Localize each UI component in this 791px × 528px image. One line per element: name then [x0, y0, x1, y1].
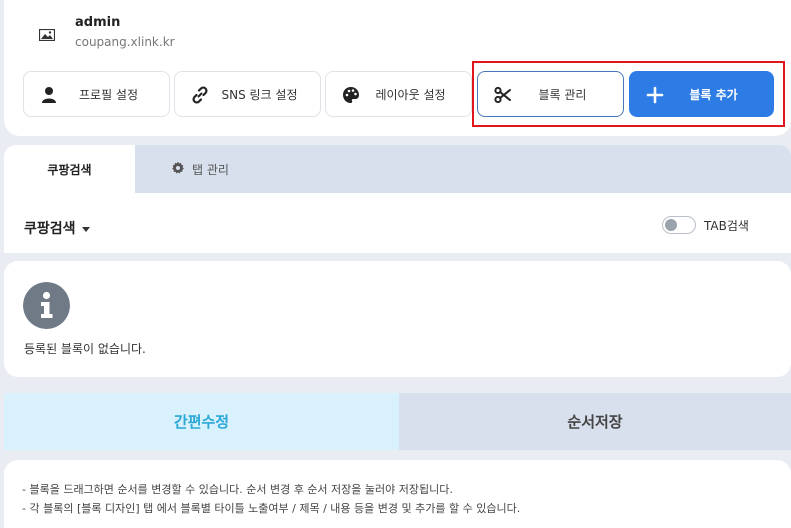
block-add-label: 블록 추가: [689, 88, 738, 102]
save-order-button[interactable]: 순서저장: [399, 393, 791, 450]
profile-settings-label: 프로필 설정: [78, 88, 138, 102]
sns-settings-label: SNS 링크 설정: [221, 88, 298, 102]
layout-settings-button[interactable]: 레이아웃 설정: [325, 71, 472, 117]
tab-bar: 쿠팡검색 탭 관리: [4, 145, 791, 193]
tab-coupang-search[interactable]: 쿠팡검색: [4, 145, 135, 193]
quick-edit-label: 간편수정: [173, 413, 230, 431]
image-icon: [39, 29, 55, 41]
chevron-down-icon: [81, 226, 90, 232]
help-note: - 블록을 드래그하면 순서를 변경할 수 있습니다. 순서 변경 후 순서 저…: [22, 483, 453, 496]
tab-manage[interactable]: 탭 관리: [171, 161, 229, 178]
gear-icon: [172, 161, 184, 174]
empty-state-message: 등록된 블록이 없습니다.: [24, 342, 146, 356]
layout-settings-label: 레이아웃 설정: [375, 88, 446, 102]
block-add-button[interactable]: 블록 추가: [629, 71, 774, 117]
category-dropdown[interactable]: 쿠팡검색: [24, 218, 90, 238]
profile-url: coupang.xlink.kr: [75, 35, 175, 49]
category-row: 쿠팡검색 TAB검색: [4, 193, 791, 253]
block-manage-button[interactable]: 블록 관리: [477, 71, 624, 117]
quick-edit-button[interactable]: 간편수정: [4, 393, 399, 450]
info-icon: [23, 282, 70, 329]
save-order-label: 순서저장: [567, 413, 623, 431]
category-dropdown-value: 쿠팡검색: [24, 221, 76, 237]
profile-settings-button[interactable]: 프로필 설정: [23, 71, 170, 117]
block-manage-label: 블록 관리: [538, 88, 587, 102]
help-notes: - 블록을 드래그하면 순서를 변경할 수 있습니다. 순서 변경 후 순서 저…: [4, 460, 791, 528]
profile-card: admin coupang.xlink.kr 프로필 설정 SNS 링크 설정 …: [4, 0, 791, 136]
empty-state-card: 등록된 블록이 없습니다.: [4, 261, 791, 377]
tab-coupang-search-label: 쿠팡검색: [47, 163, 92, 177]
toggle-knob: [665, 219, 677, 231]
tab-search-toggle[interactable]: [662, 216, 696, 234]
tab-search-toggle-label: TAB검색: [704, 219, 749, 233]
profile-name: admin: [75, 15, 121, 30]
sns-settings-button[interactable]: SNS 링크 설정: [174, 71, 321, 117]
help-note: - 각 블록의 [블록 디자인] 탭 에서 블록별 타이틀 노출여부 / 제목 …: [22, 502, 521, 515]
